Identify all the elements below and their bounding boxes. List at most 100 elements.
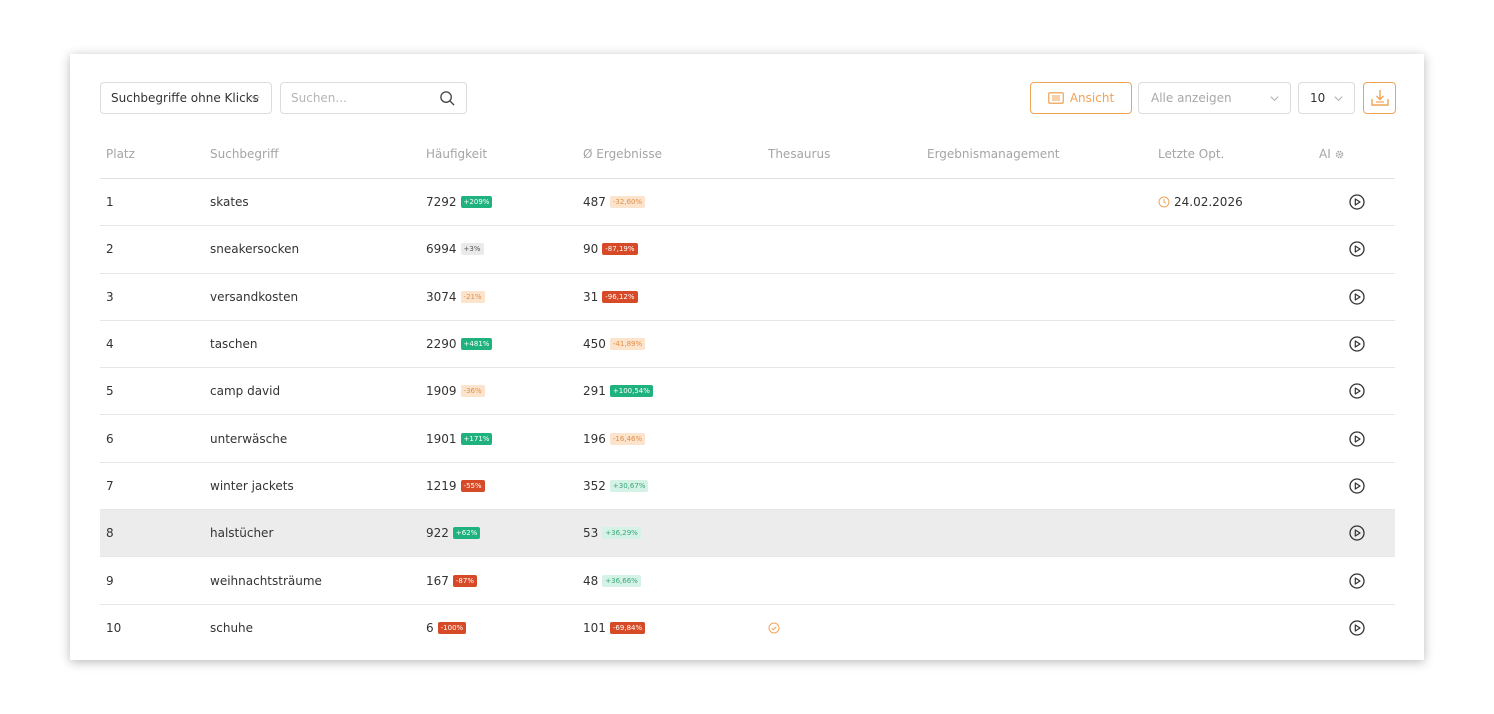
- view-button[interactable]: Ansicht: [1030, 82, 1132, 114]
- rank: 8: [106, 526, 114, 541]
- results-change-badge: -32,60%: [609, 196, 646, 209]
- table-row[interactable]: 1 skates 7292 +209% 487 -32,60% 24.02.2026: [100, 179, 1395, 227]
- rank-cell: 10: [106, 605, 121, 652]
- frequency-cell: 3074 -21%: [426, 274, 485, 320]
- frequency-value: 2290: [426, 337, 457, 352]
- play-circle-icon[interactable]: [1349, 383, 1365, 399]
- frequency-change-badge: +62%: [452, 527, 481, 540]
- frequency-value: 3074: [426, 289, 457, 304]
- table-body: 1 skates 7292 +209% 487 -32,60% 24.02.2026 2 sne…: [100, 179, 1395, 652]
- results-change-badge: -41,89%: [609, 338, 646, 351]
- show-all-select[interactable]: Alle anzeigen: [1138, 82, 1291, 114]
- results-change-badge: -96,12%: [602, 290, 638, 303]
- chevron-down-icon: [251, 96, 260, 102]
- col-frequency[interactable]: Häufigkeit: [426, 147, 487, 161]
- play-circle-icon[interactable]: [1349, 478, 1365, 494]
- table-row[interactable]: 4 taschen 2290 +481% 450 -41,89%: [100, 321, 1395, 369]
- gear-icon[interactable]: [1334, 149, 1345, 160]
- ai-cell: [1349, 510, 1365, 556]
- frequency-change-badge: +171%: [460, 432, 493, 445]
- view-button-label: Ansicht: [1069, 91, 1115, 105]
- term-cell[interactable]: unterwäsche: [210, 415, 287, 461]
- check-circle-icon: [768, 622, 780, 634]
- results-change-badge: +36,66%: [602, 574, 641, 587]
- rank-cell: 9: [106, 557, 114, 603]
- search-icon[interactable]: [439, 90, 456, 107]
- rank-cell: 3: [106, 274, 114, 320]
- table-row[interactable]: 9 weihnachtsträume 167 -87% 48 +36,66%: [100, 557, 1395, 605]
- search-terms-card: Suchbegriffe ohne Klicks Ansicht Alle an…: [70, 54, 1424, 660]
- play-circle-icon[interactable]: [1349, 194, 1365, 210]
- ai-cell: [1349, 274, 1365, 320]
- results-cell: 101 -69,84%: [583, 605, 646, 652]
- col-thesaurus[interactable]: Thesaurus: [768, 147, 830, 161]
- frequency-change-badge: +481%: [460, 338, 493, 351]
- rows-per-page-value: 10: [1310, 91, 1326, 105]
- results-cell: 291 +100,54%: [583, 368, 653, 414]
- term-cell[interactable]: skates: [210, 179, 249, 225]
- col-last-opt[interactable]: Letzte Opt.: [1158, 147, 1224, 161]
- frequency-change-badge: +209%: [460, 196, 493, 209]
- col-results[interactable]: Ø Ergebnisse: [583, 147, 662, 161]
- term-cell[interactable]: sneakersocken: [210, 226, 299, 272]
- last-opt-cell: 24.02.2026: [1158, 179, 1243, 225]
- term-cell[interactable]: taschen: [210, 321, 258, 367]
- table-row[interactable]: 8 halstücher 922 +62% 53 +36,29%: [100, 510, 1395, 558]
- rank: 6: [106, 431, 114, 446]
- play-circle-icon[interactable]: [1349, 430, 1365, 447]
- term-cell[interactable]: weihnachtsträume: [210, 557, 322, 603]
- col-platz[interactable]: Platz: [106, 147, 135, 161]
- rank-cell: 6: [106, 415, 114, 461]
- frequency-cell: 6 -100%: [426, 605, 467, 652]
- frequency-change-badge: -87%: [452, 574, 477, 587]
- play-circle-icon[interactable]: [1349, 572, 1365, 589]
- search-term: schuhe: [210, 621, 254, 636]
- chevron-down-icon: [1334, 96, 1343, 102]
- table-row[interactable]: 5 camp david 1909 -36% 291 +100,54%: [100, 368, 1395, 416]
- ai-cell: [1349, 463, 1365, 509]
- search-input[interactable]: [291, 91, 431, 105]
- table-row[interactable]: 2 sneakersocken 6994 +3% 90 -87,19%: [100, 226, 1395, 274]
- search-term: camp david: [210, 384, 281, 399]
- ai-cell: [1349, 415, 1365, 461]
- rank-cell: 2: [106, 226, 114, 272]
- play-circle-icon[interactable]: [1349, 620, 1365, 636]
- term-cell[interactable]: winter jackets: [210, 463, 294, 509]
- play-circle-icon[interactable]: [1349, 289, 1365, 305]
- play-circle-icon[interactable]: [1349, 241, 1365, 258]
- search-terms-table: Platz Suchbegriff Häufigkeit Ø Ergebniss…: [100, 136, 1395, 652]
- play-circle-icon[interactable]: [1349, 525, 1365, 541]
- table-row[interactable]: 6 unterwäsche 1901 +171% 196 -16,46%: [100, 415, 1395, 463]
- frequency-cell: 167 -87%: [426, 557, 477, 603]
- table-row[interactable]: 7 winter jackets 1219 -55% 352 +30,67%: [100, 463, 1395, 511]
- results-change-badge: +100,54%: [609, 385, 653, 398]
- download-button[interactable]: [1363, 82, 1396, 114]
- play-circle-icon[interactable]: [1349, 336, 1365, 352]
- table-row[interactable]: 3 versandkosten 3074 -21% 31 -96,12%: [100, 274, 1395, 321]
- table-row[interactable]: 10 schuhe 6 -100% 101 -69,84%: [100, 605, 1395, 652]
- rows-per-page-select[interactable]: 10: [1298, 82, 1355, 114]
- results-cell: 90 -87,19%: [583, 226, 638, 272]
- results-value: 291: [583, 384, 606, 399]
- term-cell[interactable]: schuhe: [210, 605, 253, 652]
- term-cell[interactable]: versandkosten: [210, 274, 298, 320]
- filter-select[interactable]: Suchbegriffe ohne Klicks: [100, 82, 272, 114]
- frequency-change-badge: -100%: [437, 622, 467, 635]
- col-term[interactable]: Suchbegriff: [210, 147, 279, 161]
- ai-cell: [1349, 226, 1365, 272]
- frequency-cell: 922 +62%: [426, 510, 481, 556]
- col-result-management[interactable]: Ergebnismanagement: [927, 147, 1060, 161]
- rank-cell: 8: [106, 510, 114, 556]
- results-value: 352: [583, 478, 606, 493]
- rank-cell: 7: [106, 463, 114, 509]
- thesaurus-cell: [768, 605, 780, 652]
- term-cell[interactable]: halstücher: [210, 510, 273, 556]
- rank-cell: 1: [106, 179, 114, 225]
- col-ai[interactable]: AI: [1319, 147, 1345, 161]
- search-term: unterwäsche: [210, 431, 288, 446]
- results-value: 48: [583, 573, 599, 588]
- search-term: versandkosten: [210, 289, 299, 304]
- search-term: skates: [210, 195, 249, 210]
- frequency-value: 1901: [426, 431, 457, 446]
- term-cell[interactable]: camp david: [210, 368, 280, 414]
